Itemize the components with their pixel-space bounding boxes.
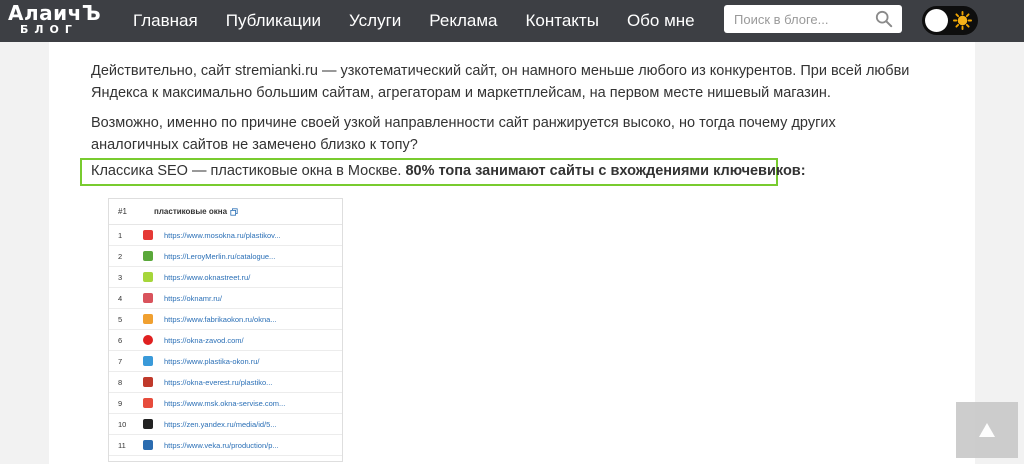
serp-row-url[interactable]: https://okna-everest.ru/plastiko... [164, 378, 272, 387]
favicon-icon [143, 230, 153, 240]
serp-row: 10 https://zen.yandex.ru/media/id/5... [109, 414, 342, 435]
nav-item-about[interactable]: Обо мне [627, 11, 695, 31]
serp-col-keyword: пластиковые окна [154, 207, 228, 216]
serp-row: 2 https://LeroyMerlin.ru/catalogue... [109, 246, 342, 267]
favicon-icon [143, 272, 153, 282]
site-header: АлаичЪ БЛОГ Главная Публикации Услуги Ре… [0, 0, 1024, 42]
serp-row: 3 https://www.oknastreet.ru/ [109, 267, 342, 288]
arrow-up-icon [979, 423, 995, 437]
serp-row-url[interactable]: https://okna-zavod.com/ [164, 336, 244, 345]
favicon-icon [143, 398, 153, 408]
serp-row-url[interactable]: https://www.fabrikaokon.ru/okna... [164, 315, 277, 324]
favicon-icon [143, 314, 153, 324]
serp-screenshot: #1 пластиковые окна 1 https://www.mosokna… [108, 198, 343, 462]
serp-row-position: 2 [118, 251, 123, 261]
search-icon[interactable] [875, 10, 893, 28]
nav-item-ads[interactable]: Реклама [429, 11, 497, 31]
favicon-icon [143, 419, 153, 429]
serp-row-url[interactable]: https://LeroyMerlin.ru/catalogue... [164, 252, 275, 261]
serp-row-position: 4 [118, 293, 123, 303]
serp-row-position: 1 [118, 230, 123, 240]
serp-row: 9 https://www.msk.okna-servise.com... [109, 393, 342, 414]
serp-row: 4 https://oknamr.ru/ [109, 288, 342, 309]
serp-row-url[interactable]: https://www.plastika-okon.ru/ [164, 357, 259, 366]
serp-row-url[interactable]: https://www.veka.ru/production/p... [164, 441, 279, 450]
serp-row-position: 3 [118, 272, 123, 282]
highlight-bold-text: 80% топа занимают сайты с вхождениями кл… [405, 163, 806, 179]
favicon-icon [143, 293, 153, 303]
scroll-to-top-button[interactable] [956, 402, 1018, 458]
serp-row: 7 https://www.plastika-okon.ru/ [109, 351, 342, 372]
logo-title: АлаичЪ [8, 1, 102, 25]
main-nav: Главная Публикации Услуги Реклама Контак… [133, 0, 723, 42]
serp-row-position: 11 [118, 440, 126, 450]
serp-row-url[interactable]: https://zen.yandex.ru/media/id/5... [164, 420, 277, 429]
nav-item-services[interactable]: Услуги [349, 11, 401, 31]
serp-row: 5 https://www.fabrikaokon.ru/okna... [109, 309, 342, 330]
serp-row-position: 9 [118, 398, 123, 408]
sun-icon [953, 11, 972, 30]
favicon-icon [143, 440, 153, 450]
serp-row: 1 https://www.mosokna.ru/plastikov... [109, 225, 342, 246]
serp-row-url[interactable]: https://oknamr.ru/ [164, 294, 222, 303]
favicon-icon [143, 377, 153, 387]
serp-col-num: #1 [118, 207, 127, 216]
serp-row-position: 10 [118, 419, 127, 429]
nav-item-home[interactable]: Главная [133, 11, 198, 31]
copy-icon [230, 207, 238, 216]
serp-row-position: 8 [118, 377, 123, 387]
favicon-icon [143, 335, 153, 345]
article-paragraph-2: Возможно, именно по причине своей узкой … [91, 115, 836, 153]
article-paragraph-1: Действительно, сайт stremianki.ru — узко… [91, 63, 910, 101]
site-logo[interactable]: АлаичЪ БЛОГ [8, 2, 101, 36]
serp-row-url[interactable]: https://www.oknastreet.ru/ [164, 273, 250, 282]
theme-toggle[interactable] [922, 6, 978, 35]
highlight-text: Классика SEO — пластиковые окна в Москве… [91, 163, 406, 179]
serp-row-url[interactable]: https://www.mosokna.ru/plastikov... [164, 231, 281, 240]
serp-rows: 1 https://www.mosokna.ru/plastikov... 2 htt… [109, 225, 342, 456]
favicon-icon [143, 251, 153, 261]
toggle-knob [925, 9, 948, 32]
favicon-icon [143, 356, 153, 366]
serp-row: 8 https://okna-everest.ru/plastiko... [109, 372, 342, 393]
article-content: Действительно, сайт stremianki.ru — узко… [49, 42, 975, 464]
serp-row-position: 5 [118, 314, 123, 324]
serp-row-position: 7 [118, 356, 123, 366]
serp-header: #1 пластиковые окна [109, 199, 342, 225]
nav-item-contacts[interactable]: Контакты [526, 11, 599, 31]
logo-subtitle: БЛОГ [20, 23, 78, 36]
serp-row-url[interactable]: https://www.msk.okna-servise.com... [164, 399, 285, 408]
nav-item-publications[interactable]: Публикации [226, 11, 321, 31]
highlight-box: Классика SEO — пластиковые окна в Москве… [80, 158, 806, 186]
search-box [724, 5, 902, 33]
serp-row-position: 6 [118, 335, 123, 345]
serp-row: 6 https://okna-zavod.com/ [109, 330, 342, 351]
search-input[interactable] [724, 5, 864, 33]
serp-row: 11 https://www.veka.ru/production/p... [109, 435, 342, 456]
